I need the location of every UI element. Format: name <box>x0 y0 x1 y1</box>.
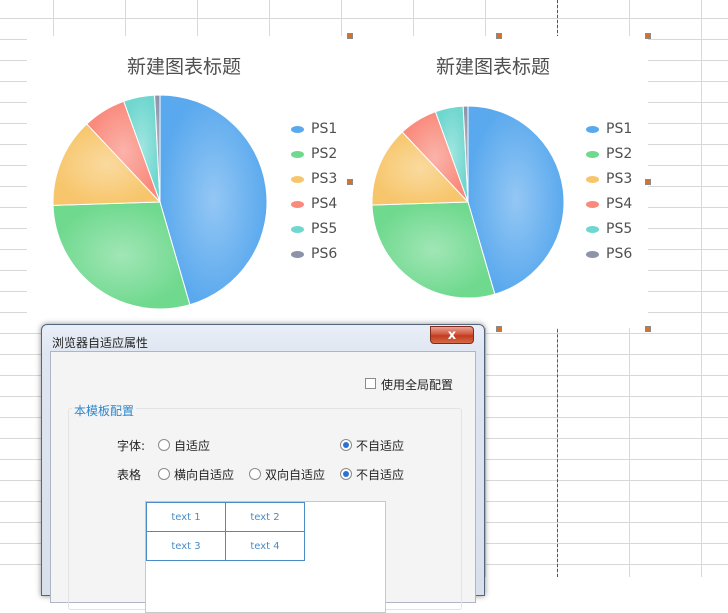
legend-label: PS4 <box>606 196 633 212</box>
legend-item-ps6[interactable]: PS6 <box>586 244 632 264</box>
legend-label: PS2 <box>311 146 338 162</box>
legend-label: PS4 <box>311 196 338 212</box>
chart-title[interactable]: 新建图表标题 <box>436 52 550 79</box>
legend-item-ps5[interactable]: PS5 <box>291 219 337 239</box>
legend-marker <box>586 175 599 183</box>
legend-marker <box>291 175 304 183</box>
preview-cell: text 2 <box>225 502 305 532</box>
browser-adaptive-dialog: 浏览器自适应属性 x 使用全局配置 本模板配置 字体: 自适应 不自适应 表格 … <box>41 324 485 613</box>
table-bidirectional-adaptive-label[interactable]: 双向自适应 <box>265 466 325 483</box>
table-label: 表格 <box>117 468 142 482</box>
legend-item-ps3[interactable]: PS3 <box>291 169 337 189</box>
font-adaptive-radio[interactable] <box>158 439 170 451</box>
legend-label: PS1 <box>311 121 338 137</box>
legend-item-ps4[interactable]: PS4 <box>586 194 632 214</box>
legend-item-ps4[interactable]: PS4 <box>291 194 337 214</box>
legend-marker <box>586 200 599 208</box>
resize-handle-top-right[interactable] <box>645 33 651 39</box>
legend-marker <box>586 150 599 158</box>
group-title: 本模板配置 <box>72 402 137 419</box>
legend-item-ps3[interactable]: PS3 <box>586 169 632 189</box>
legend-label: PS1 <box>606 121 633 137</box>
legend-item-ps2[interactable]: PS2 <box>291 144 337 164</box>
font-non-adaptive-radio[interactable] <box>340 439 352 451</box>
legend-marker <box>291 150 304 158</box>
resize-handle-top-left[interactable] <box>347 33 353 39</box>
legend-label: PS5 <box>606 221 633 237</box>
legend-item-ps5[interactable]: PS5 <box>586 219 632 239</box>
legend-label: PS3 <box>311 171 338 187</box>
legend-label: PS6 <box>606 246 633 262</box>
resize-handle-bottom-middle[interactable] <box>496 326 502 332</box>
use-global-config-checkbox[interactable] <box>365 378 376 389</box>
legend-label: PS2 <box>606 146 633 162</box>
font-label: 字体: <box>117 439 146 453</box>
resize-handle-bottom-right[interactable] <box>645 326 651 332</box>
preview-cell: text 4 <box>225 531 305 561</box>
legend-marker <box>291 250 304 258</box>
legend-marker <box>586 225 599 233</box>
table-horizontal-adaptive-radio[interactable] <box>158 468 170 480</box>
legend-label: PS3 <box>606 171 633 187</box>
font-non-adaptive-label[interactable]: 不自适应 <box>356 437 404 454</box>
pie-chart[interactable] <box>50 92 270 312</box>
chart-title[interactable]: 新建图表标题 <box>127 52 241 79</box>
legend-item-ps1[interactable]: PS1 <box>291 119 337 139</box>
dialog-body: 使用全局配置 本模板配置 字体: 自适应 不自适应 表格 横向自适应 双向自适应… <box>50 351 476 613</box>
use-global-config-label[interactable]: 使用全局配置 <box>381 376 453 393</box>
table-horizontal-adaptive-label[interactable]: 横向自适应 <box>174 466 234 483</box>
legend-item-ps6[interactable]: PS6 <box>291 244 337 264</box>
resize-handle-middle-right[interactable] <box>645 179 651 185</box>
preview-table: text 1 text 2 text 3 text 4 <box>146 502 305 561</box>
close-button[interactable]: x <box>430 326 474 344</box>
table-non-adaptive-radio[interactable] <box>340 468 352 480</box>
dialog-title: 浏览器自适应属性 <box>52 336 149 350</box>
legend-marker <box>291 200 304 208</box>
resize-handle-top-middle[interactable] <box>496 33 502 39</box>
legend-marker <box>586 250 599 258</box>
preview-area: text 1 text 2 text 3 text 4 <box>145 501 386 613</box>
preview-cell: text 1 <box>146 502 226 532</box>
legend-item-ps2[interactable]: PS2 <box>586 144 632 164</box>
legend-marker <box>586 125 599 133</box>
legend-marker <box>291 125 304 133</box>
legend-label: PS6 <box>311 246 338 262</box>
table-non-adaptive-label[interactable]: 不自适应 <box>356 466 404 483</box>
legend-item-ps1[interactable]: PS1 <box>586 119 632 139</box>
font-adaptive-label[interactable]: 自适应 <box>174 437 210 454</box>
table-bidirectional-adaptive-radio[interactable] <box>249 468 261 480</box>
preview-cell: text 3 <box>146 531 226 561</box>
pie-chart[interactable] <box>367 101 569 303</box>
close-icon: x <box>447 327 457 343</box>
resize-handle-middle-left[interactable] <box>347 179 353 185</box>
legend-label: PS5 <box>311 221 338 237</box>
legend-marker <box>291 225 304 233</box>
